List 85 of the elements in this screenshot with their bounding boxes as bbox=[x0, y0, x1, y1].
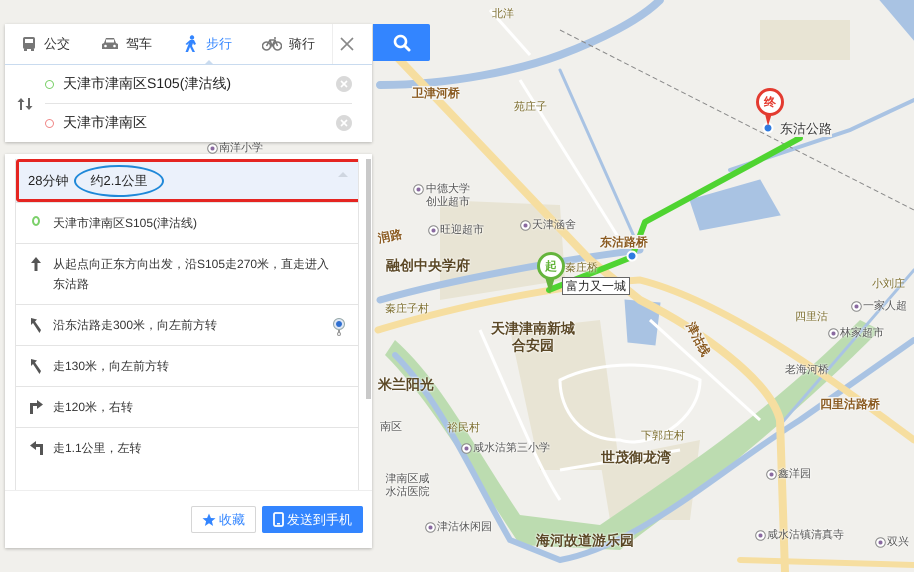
route-step[interactable]: 走1.1公里，左转 bbox=[16, 427, 358, 468]
route-step[interactable]: 走130米，向左前方转 bbox=[16, 345, 358, 386]
poi-icon bbox=[428, 225, 439, 236]
location-pin-icon[interactable] bbox=[333, 318, 345, 336]
scrollbar[interactable] bbox=[366, 159, 371, 399]
poi-icon bbox=[851, 301, 862, 312]
right-turn-arrow-icon bbox=[30, 400, 42, 414]
map-label: 世茂御龙湾 bbox=[601, 449, 671, 466]
mode-tab[interactable]: 骑行 bbox=[248, 24, 329, 64]
step-text: 从起点向正东方向出发，沿S105走270米，直走进入东沽路 bbox=[53, 256, 330, 293]
search-icon bbox=[392, 34, 410, 52]
map-label: 海河故道游乐园 bbox=[536, 532, 634, 549]
map-label: 东沽公路 bbox=[780, 121, 832, 137]
map-label: 小刘庄 bbox=[872, 278, 905, 292]
poi-icon bbox=[461, 443, 472, 454]
map-label: 咸水沽第三小学 bbox=[473, 442, 550, 456]
phone-icon bbox=[273, 512, 284, 527]
left-turn-arrow-icon bbox=[30, 441, 42, 455]
map-label: 津南区咸水沽医院 bbox=[384, 473, 430, 500]
end-dot-icon bbox=[45, 118, 54, 128]
route-step[interactable]: 天津市津南区S105(津沽线) bbox=[16, 202, 358, 243]
step-text: 走1.1公里，左转 bbox=[53, 440, 142, 457]
start-dot-icon bbox=[32, 216, 40, 226]
map-label: 林家超市 bbox=[840, 327, 884, 340]
start-dot-icon bbox=[45, 80, 54, 88]
mode-tab[interactable]: 步行 bbox=[167, 24, 248, 64]
straight-arrow-icon bbox=[31, 257, 41, 271]
map-label: 咸水沽镇清真寺 bbox=[767, 529, 844, 542]
bus-icon bbox=[21, 36, 37, 52]
walking-person-icon bbox=[183, 35, 199, 53]
step-text: 沿东沽路走300米，向左前方转 bbox=[53, 317, 218, 334]
poi-icon bbox=[413, 184, 424, 195]
close-icon[interactable] bbox=[340, 37, 354, 51]
map-label: 秦庄桥 bbox=[565, 262, 598, 276]
map-label: 四里沽路桥 bbox=[820, 397, 880, 412]
map-label: 四里沽 bbox=[795, 311, 828, 324]
left-front-arrow-icon bbox=[30, 359, 42, 374]
map-label: 下郭庄村 bbox=[641, 430, 685, 444]
map-label: 津沽休闲园 bbox=[437, 521, 492, 534]
map-label: 天津涵舍 bbox=[532, 219, 576, 232]
map-label: 米兰阳光 bbox=[378, 376, 434, 393]
route-distance: 约2.1公里 bbox=[74, 164, 164, 196]
step-text: 天津市津南区S105(津沽线) bbox=[53, 215, 198, 232]
step-text: 走120米，右转 bbox=[53, 399, 134, 416]
map-label: 融创中央学府 bbox=[386, 257, 470, 274]
map-label: 裕民村 bbox=[447, 422, 480, 436]
bicycle-icon bbox=[262, 37, 282, 51]
map-label: 双兴 bbox=[887, 536, 909, 550]
poi-icon bbox=[520, 220, 531, 231]
route-step[interactable]: 沿东沽路走300米，向左前方转 bbox=[16, 304, 358, 345]
poi-icon bbox=[875, 537, 886, 548]
poi-icon bbox=[425, 522, 436, 533]
star-icon bbox=[202, 512, 216, 526]
map-label: 东沽路桥 bbox=[600, 235, 648, 250]
map-label: 北洋 bbox=[492, 8, 514, 22]
map-label: 中德大学创业超市 bbox=[425, 183, 472, 210]
send-to-phone-button[interactable]: 发送到手机 bbox=[262, 506, 363, 533]
map-label: 鑫洋园 bbox=[778, 468, 811, 482]
swap-icon[interactable] bbox=[17, 96, 33, 110]
poi-icon bbox=[755, 530, 766, 541]
map-label: 秦庄子村 bbox=[385, 303, 429, 316]
car-icon bbox=[101, 37, 119, 51]
map-label: 天津津南新城合安园 bbox=[490, 320, 576, 354]
favorite-button[interactable]: 收藏 bbox=[191, 506, 256, 533]
map-label: 卫津河桥 bbox=[412, 86, 460, 100]
left-front-arrow-icon bbox=[30, 318, 42, 333]
map-label: 苑庄子 bbox=[514, 101, 547, 114]
step-text: 走130米，向左前方转 bbox=[53, 358, 170, 375]
poi-icon bbox=[766, 469, 777, 480]
place-tag: 富力又一城 bbox=[562, 277, 630, 295]
waypoint-icon bbox=[626, 250, 638, 262]
mode-tab[interactable]: 公交 bbox=[5, 24, 86, 64]
route-summary-bar[interactable]: 28分钟 约2.1公里 bbox=[16, 159, 358, 202]
route-step[interactable]: 走120米，右转 bbox=[16, 386, 358, 427]
mode-tab[interactable]: 驾车 bbox=[86, 24, 167, 64]
map-label: 旺迎超市 bbox=[440, 224, 484, 238]
map-label: 老海河桥 bbox=[785, 364, 829, 378]
map-label: 南洋小学 bbox=[219, 142, 263, 156]
poi-icon bbox=[828, 328, 839, 339]
map-label: 一家人超 bbox=[863, 300, 907, 314]
waypoint-icon bbox=[762, 122, 774, 134]
search-button[interactable] bbox=[373, 24, 430, 61]
map-label: 南区 bbox=[380, 421, 402, 434]
route-time: 28分钟 bbox=[28, 172, 68, 190]
route-step[interactable]: 从起点向正东方向出发，沿S105走270米，直走进入东沽路 bbox=[16, 243, 358, 304]
